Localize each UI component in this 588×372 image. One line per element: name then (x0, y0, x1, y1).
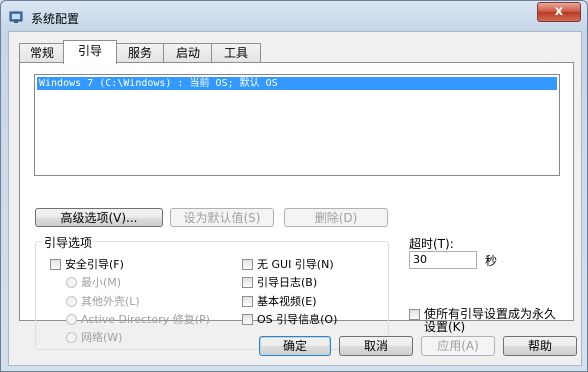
os-boot-info-checkbox[interactable]: OS 引导信息(O) (242, 311, 337, 327)
boot-log-checkbox[interactable]: 引导日志(B) (242, 274, 317, 290)
make-permanent-box[interactable] (409, 309, 420, 320)
boot-entries-list[interactable]: Windows 7 (C:\Windows) : 当前 OS; 默认 OS (34, 74, 560, 176)
minimal-radio-circle[interactable] (66, 276, 77, 288)
tab-boot[interactable]: 引导 (63, 40, 117, 64)
safe-boot-box[interactable] (50, 258, 61, 270)
alternate-shell-radio-circle[interactable] (66, 295, 77, 307)
os-boot-info-label: OS 引导信息(O) (257, 313, 338, 326)
base-video-label: 基本视频(E) (257, 295, 317, 308)
base-video-checkbox[interactable]: 基本视频(E) (242, 293, 317, 309)
network-radio-circle[interactable] (66, 331, 77, 343)
alternate-shell-radio[interactable]: 其他外壳(L) (66, 293, 140, 309)
tab-startup[interactable]: 启动 (163, 43, 213, 63)
no-gui-label: 无 GUI 引导(N) (257, 258, 334, 271)
alternate-shell-label: 其他外壳(L) (81, 295, 140, 308)
dialog-client-area: 常规 引导 服务 启动 工具 Windows 7 (C:\Windows) : … (8, 31, 582, 366)
boot-options-group: 引导选项 安全引导(F) 最小(M) 其他外壳(L) Active Direct… (35, 234, 389, 350)
tab-tools[interactable]: 工具 (211, 43, 261, 63)
boot-log-box[interactable] (242, 276, 253, 288)
timeout-unit: 秒 (485, 254, 498, 268)
safe-boot-label: 安全引导(F) (65, 258, 124, 271)
close-button[interactable]: x (537, 2, 581, 22)
active-directory-repair-radio[interactable]: Active Directory 修复(P) (66, 311, 210, 327)
boot-entry-windows7[interactable]: Windows 7 (C:\Windows) : 当前 OS; 默认 OS (37, 77, 557, 90)
minimal-label: 最小(M) (81, 276, 122, 289)
cancel-button[interactable]: 取消 (339, 336, 413, 356)
window-title: 系统配置 (31, 12, 80, 26)
timeout-input[interactable]: 30 (409, 251, 477, 269)
set-as-default-button[interactable]: 设为默认值(S) (170, 208, 274, 227)
tab-general[interactable]: 常规 (19, 43, 65, 63)
system-configuration-icon (9, 11, 23, 23)
make-permanent-text: 使所有引导设置成为永久 设置(K) (424, 308, 556, 334)
network-radio[interactable]: 网络(W) (66, 329, 122, 345)
no-gui-boot-checkbox[interactable]: 无 GUI 引导(N) (242, 256, 334, 272)
base-video-box[interactable] (242, 295, 253, 307)
apply-button[interactable]: 应用(A) (421, 336, 495, 356)
ok-button[interactable]: 确定 (259, 336, 331, 356)
help-button[interactable]: 帮助 (503, 336, 577, 356)
no-gui-box[interactable] (242, 258, 253, 270)
timeout-label: 超时(T): (409, 237, 454, 251)
title-bar: 系统配置 x (1, 1, 587, 31)
make-permanent-checkbox[interactable]: 使所有引导设置成为永久 设置(K) (409, 308, 556, 334)
boot-tab-panel: Windows 7 (C:\Windows) : 当前 OS; 默认 OS 高级… (19, 62, 574, 350)
delete-button[interactable]: 删除(D) (284, 208, 388, 227)
boot-log-label: 引导日志(B) (257, 276, 318, 289)
system-configuration-window: 系统配置 x 常规 引导 服务 启动 工具 Windows 7 (C:\Wind… (0, 0, 588, 372)
active-directory-label: Active Directory 修复(P) (81, 313, 210, 326)
safe-boot-checkbox[interactable]: 安全引导(F) (50, 256, 124, 272)
make-permanent-label-line2: 设置(K) (424, 320, 466, 334)
tab-services[interactable]: 服务 (115, 43, 165, 63)
minimal-radio[interactable]: 最小(M) (66, 274, 121, 290)
advanced-options-button[interactable]: 高级选项(V)... (35, 208, 163, 227)
network-label: 网络(W) (81, 331, 123, 344)
os-boot-info-box[interactable] (242, 313, 253, 325)
boot-options-label: 引导选项 (42, 234, 95, 251)
active-directory-radio-circle[interactable] (66, 313, 77, 325)
